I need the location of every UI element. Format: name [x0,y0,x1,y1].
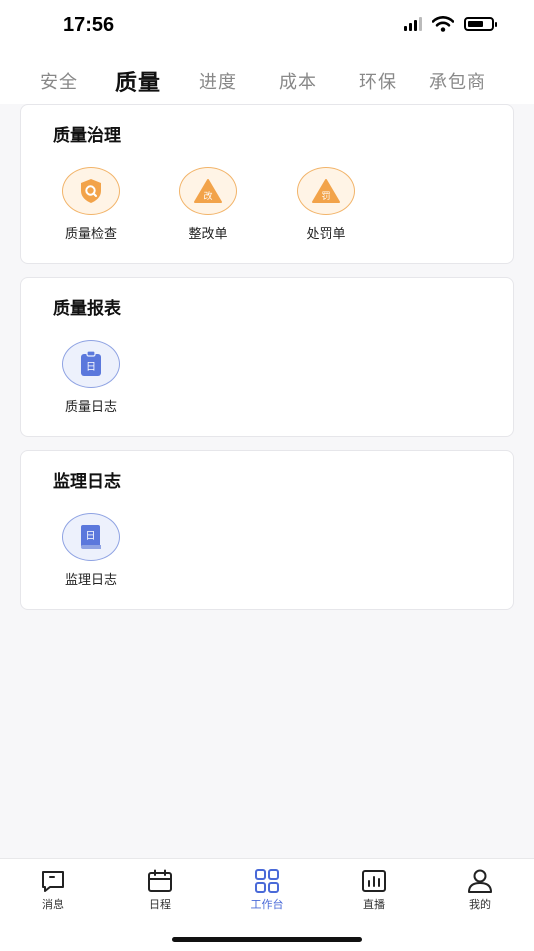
nav-live[interactable]: 直播 [339,869,409,912]
item-label: 处罚单 [306,227,346,242]
card-title: 质量治理 [53,126,121,146]
tab-cost[interactable]: 成本 [279,68,317,94]
log-badge: 日 [86,362,96,373]
nav-label: 消息 [42,898,64,911]
calendar-icon [148,869,172,892]
penalty-icon: 罚 [297,167,355,215]
calendar-log-icon: 日 [62,340,120,388]
book-badge: 日 [86,531,96,542]
card-title: 质量报表 [53,299,121,319]
item-label: 质量日志 [64,400,117,415]
supervision-log-card: 监理日志 日 监理日志 [20,450,514,610]
supervision-log-button[interactable]: 日 监理日志 [46,513,136,588]
penalty-order-button[interactable]: 罚 处罚单 [281,167,371,242]
nav-label: 直播 [363,898,385,911]
book-log-icon: 日 [62,513,120,561]
home-indicator [172,937,362,942]
wifi-icon [432,16,454,32]
user-icon [468,869,492,893]
nav-messages[interactable]: 消息 [18,869,88,912]
quality-log-button[interactable]: 日 质量日志 [46,340,136,415]
status-icons [404,16,497,32]
rectify-badge: 改 [203,190,212,202]
nav-profile[interactable]: 我的 [445,869,515,912]
nav-schedule[interactable]: 日程 [125,869,195,912]
message-icon [42,871,64,892]
category-tabs: 安全 质量 进度 成本 环保 承包商 [0,54,534,104]
nav-label: 工作台 [250,898,284,911]
live-chart-icon [362,870,386,892]
item-label: 整改单 [188,227,228,242]
tab-safety[interactable]: 安全 [40,68,78,94]
rectification-order-button[interactable]: 改 整改单 [163,167,253,242]
nav-label: 日程 [149,898,171,911]
status-bar: 17:56 [0,0,534,54]
penalty-badge: 罚 [321,191,330,202]
search-shield-icon [62,167,120,215]
nav-label: 我的 [469,898,491,911]
tab-quality[interactable]: 质量 [115,65,161,97]
quality-report-card: 质量报表 日 质量日志 [20,277,514,437]
nav-workbench[interactable]: 工作台 [232,869,302,912]
card-title: 监理日志 [53,472,121,492]
item-label: 质量检查 [64,227,117,242]
tab-progress[interactable]: 进度 [199,68,237,94]
battery-icon [464,17,497,31]
grid-icon [255,869,279,893]
tab-contractor[interactable]: 承包商 [429,68,486,94]
tab-environment[interactable]: 环保 [359,68,397,94]
rectify-icon: 改 [179,167,237,215]
signal-icon [404,17,422,31]
quality-inspection-button[interactable]: 质量检查 [46,167,136,242]
quality-governance-card: 质量治理 质量检查 改 整改单 罚 处罚单 [20,104,514,264]
item-label: 监理日志 [64,573,117,588]
status-time: 17:56 [63,14,115,36]
